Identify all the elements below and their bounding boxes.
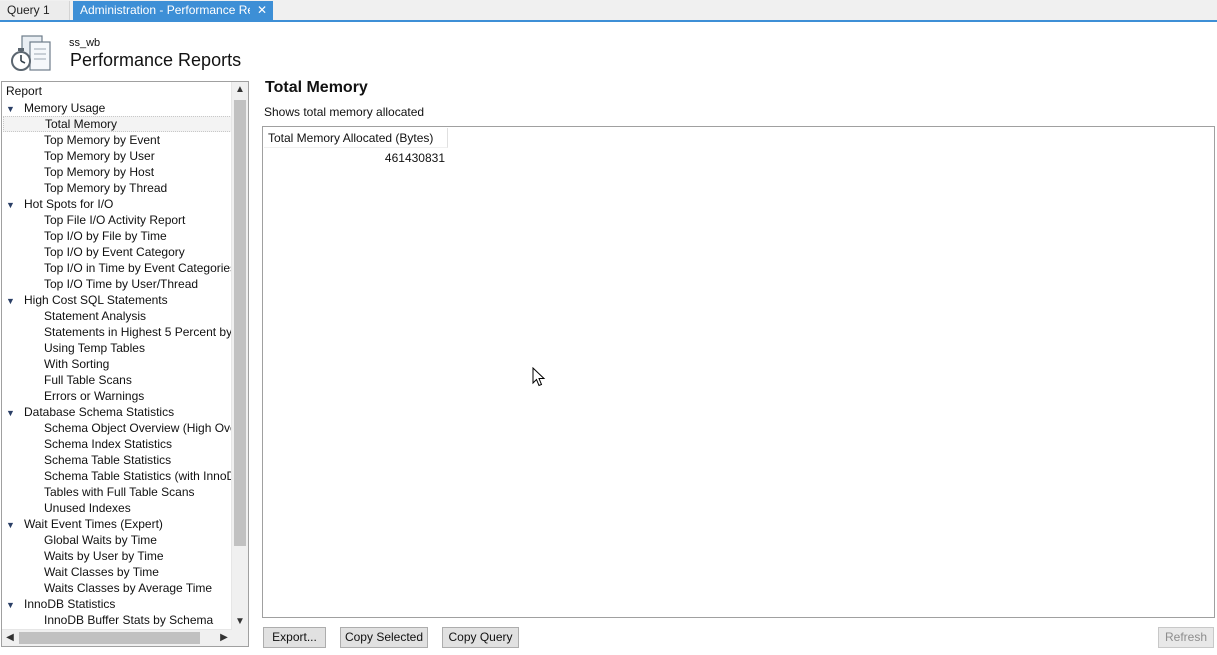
tree-item[interactable]: Top Memory by Thread — [44, 180, 167, 196]
tree-group-database-schema-statistics[interactable]: ▼ Database Schema Statistics — [6, 404, 174, 420]
tab-label: Administration - Performance Re... — [80, 3, 250, 17]
tree-item[interactable]: Top I/O in Time by Event Categories — [44, 260, 236, 276]
caret-down-icon[interactable]: ▼ — [6, 101, 20, 117]
tree-item[interactable]: Schema Index Statistics — [44, 436, 172, 452]
tree-item[interactable]: Statement Analysis — [44, 308, 146, 324]
tree-item-total-memory[interactable]: Total Memory — [3, 116, 232, 132]
tree-item[interactable]: Tables with Full Table Scans — [44, 484, 195, 500]
copy-selected-button[interactable]: Copy Selected — [340, 627, 428, 648]
results-grid[interactable]: Total Memory Allocated (Bytes) 461430831 — [262, 126, 1215, 618]
chevron-right-icon[interactable]: ▶ — [216, 630, 232, 646]
tree-item[interactable]: Waits by User by Time — [44, 548, 164, 564]
tree-item[interactable]: Top File I/O Activity Report — [44, 212, 185, 228]
tree-item[interactable]: Top I/O by File by Time — [44, 228, 167, 244]
tree-header: Report — [6, 84, 43, 98]
close-icon[interactable]: ✕ — [257, 1, 267, 19]
scrollbar-thumb[interactable] — [19, 632, 200, 644]
tree-item[interactable]: Schema Object Overview (High Overh — [44, 420, 247, 436]
tree-item[interactable]: Full Table Scans — [44, 372, 132, 388]
chevron-up-icon[interactable]: ▲ — [232, 82, 248, 98]
tree-vertical-scrollbar[interactable]: ▲ ▼ — [231, 82, 248, 630]
tree-item[interactable]: Using Temp Tables — [44, 340, 145, 356]
caret-down-icon[interactable]: ▼ — [6, 197, 20, 213]
caret-down-icon[interactable]: ▼ — [6, 293, 20, 309]
copy-query-button[interactable]: Copy Query — [442, 627, 519, 648]
tab-query-1[interactable]: Query 1 — [0, 1, 70, 20]
tree-horizontal-scrollbar[interactable]: ◀ ▶ — [2, 629, 232, 646]
tree-item[interactable]: Errors or Warnings — [44, 388, 144, 404]
chevron-down-icon[interactable]: ▼ — [232, 614, 248, 630]
column-header[interactable]: Total Memory Allocated (Bytes) — [264, 128, 448, 148]
report-description: Shows total memory allocated — [264, 105, 425, 119]
scrollbar-thumb[interactable] — [234, 100, 246, 546]
performance-reports-icon — [10, 34, 54, 74]
tab-administration-performance-reports[interactable]: Administration - Performance Re... ✕ — [73, 1, 273, 20]
tree-group-hot-spots-io[interactable]: ▼ Hot Spots for I/O — [6, 196, 113, 212]
tree-group-high-cost-sql[interactable]: ▼ High Cost SQL Statements — [6, 292, 168, 308]
report-title: Total Memory — [265, 79, 368, 96]
tree-item[interactable]: With Sorting — [44, 356, 109, 372]
tree-item[interactable]: Global Waits by Time — [44, 532, 157, 548]
tree-item[interactable]: Waits Classes by Average Time — [44, 580, 212, 596]
tree-item[interactable]: Unused Indexes — [44, 500, 131, 516]
table-cell[interactable]: 461430831 — [264, 149, 445, 167]
tab-label: Query 1 — [7, 3, 50, 17]
tree-item[interactable]: Top I/O Time by User/Thread — [44, 276, 198, 292]
tree-item[interactable]: Top Memory by User — [44, 148, 155, 164]
caret-down-icon[interactable]: ▼ — [6, 517, 20, 533]
tree-item[interactable]: Top Memory by Host — [44, 164, 154, 180]
mouse-pointer-icon — [532, 366, 546, 387]
tree-item[interactable]: Top I/O by Event Category — [44, 244, 185, 260]
tree-group-wait-event-times[interactable]: ▼ Wait Event Times (Expert) — [6, 516, 163, 532]
report-tree[interactable]: Report ▼ Memory Usage Total Memory Top Me… — [1, 81, 249, 647]
page-title: Performance Reports — [70, 50, 242, 70]
tree-item[interactable]: InnoDB Buffer Stats by Schema — [44, 612, 213, 628]
export-button[interactable]: Export... — [263, 627, 326, 648]
tree-group-memory-usage[interactable]: ▼ Memory Usage — [6, 100, 105, 116]
chevron-left-icon[interactable]: ◀ — [2, 630, 18, 646]
tree-item[interactable]: Wait Classes by Time — [44, 564, 159, 580]
caret-down-icon[interactable]: ▼ — [6, 597, 20, 613]
tree-item[interactable]: Schema Table Statistics — [44, 452, 171, 468]
tree-group-innodb-statistics[interactable]: ▼ InnoDB Statistics — [6, 596, 115, 612]
tree-item[interactable]: Statements in Highest 5 Percent by R — [44, 324, 244, 340]
connection-name: ss_wb — [69, 37, 101, 49]
scrollbar-corner — [232, 630, 248, 646]
tab-strip: Query 1 Administration - Performance Re.… — [0, 0, 1217, 22]
caret-down-icon[interactable]: ▼ — [6, 405, 20, 421]
tree-item[interactable]: Schema Table Statistics (with InnoDB — [44, 468, 243, 484]
refresh-button[interactable]: Refresh — [1158, 627, 1214, 648]
tree-item[interactable]: Top Memory by Event — [44, 132, 160, 148]
